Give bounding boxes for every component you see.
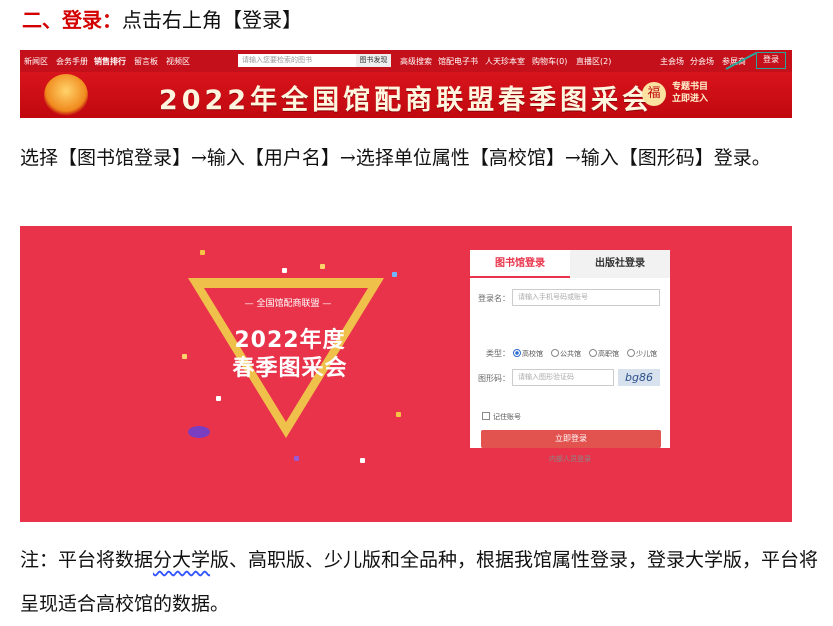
login-submit-button[interactable]: 立即登录 [481,430,661,448]
type-university-label: 高校馆 [522,350,543,358]
confetti-icon [182,354,187,359]
confetti-icon [282,268,287,273]
login-page-screenshot: — 全国馆配商联盟 — 2022年度 春季图采会 图书馆登录 出版社登录 登录名… [20,226,792,522]
nav-main-venue[interactable]: 主会场 [660,56,684,67]
type-vocational-label: 高职馆 [598,350,619,358]
heading-number: 二、 [22,8,62,32]
ribbon-icon [188,426,210,438]
nav-cart[interactable]: 购物车(0) [532,56,567,67]
nav-board[interactable]: 留言板 [134,56,158,67]
nav-sub-venue[interactable]: 分会场 [690,56,714,67]
captcha-image[interactable]: bg86 [618,369,660,386]
type-radio-children[interactable]: 少儿馆 [627,349,657,359]
book-search-button[interactable]: 图书发现 [356,54,391,67]
step-instructions: 选择【图书馆登录】→输入【用户名】→选择单位属性【高校馆】→输入【图形码】登录。 [20,147,771,169]
note-part-b: 分大学 [153,549,211,571]
confetti-icon [320,264,325,269]
heading-title: 登录： [62,8,122,32]
banner-side-line2: 立即进入 [672,94,709,104]
username-input[interactable]: 请输入手机号码或账号 [512,289,660,306]
nav-advanced[interactable]: 高级搜索 [400,56,432,67]
fortune-icon: 福 [642,82,666,106]
banner-side-line1: 专题书目 [672,82,709,92]
radio-icon [627,349,635,357]
brand-event: 春季图采会 [232,356,348,381]
login-card: 图书馆登录 出版社登录 登录名： 请输入手机号码或账号 类型： 高校馆 公共馆 … [470,250,670,463]
nav-news[interactable]: 新闻区 [24,56,48,67]
type-label: 类型： [486,349,510,358]
tab-library-login[interactable]: 图书馆登录 [470,250,570,278]
note-part-a: 注：平台将数据 [20,549,154,571]
username-label: 登录名： [478,294,510,303]
radio-icon [551,349,559,357]
nav-live[interactable]: 直播区(2) [576,56,611,67]
tab-publisher-login[interactable]: 出版社登录 [570,250,670,278]
confetti-icon [294,456,299,461]
nav-manual[interactable]: 会务手册 [56,56,88,67]
radio-icon [589,349,597,357]
type-radio-vocational[interactable]: 高职馆 [589,349,619,359]
confetti-icon [200,250,205,255]
top-nav-bar: 新闻区 会务手册 销售排行 留言板 视频区 请输入您要检索的图书 图书发现 高级… [20,50,792,72]
book-search-input[interactable]: 请输入您要检索的图书 [238,54,356,67]
radio-selected-icon [513,349,521,357]
confetti-icon [216,396,221,401]
heading-rest: 点击右上角【登录】 [122,8,302,32]
captcha-input[interactable]: 请输入图形验证码 [512,369,614,386]
type-radio-public[interactable]: 公共馆 [551,349,581,359]
banner[interactable]: 2022年全国馆配商联盟春季图采会 福 专题书目 立即进入 [20,72,792,118]
nav-ranking[interactable]: 销售排行 [94,56,126,67]
captcha-label: 图形码： [478,374,510,383]
confetti-icon [396,412,401,417]
banner-side-text[interactable]: 专题书目 立即进入 [672,81,708,105]
nav-ebook[interactable]: 馆配电子书 [438,56,478,67]
nav-video[interactable]: 视频区 [166,56,190,67]
confetti-icon [360,458,365,463]
remember-label: 记住账号 [493,413,521,421]
type-radio-university[interactable]: 高校馆 [513,349,543,359]
internal-login-link[interactable]: 内部人员登录 [470,454,670,464]
section-heading: 二、登录：点击右上角【登录】 [22,6,302,34]
remember-checkbox[interactable]: 记住账号 [482,412,521,422]
confetti-icon [392,272,397,277]
checkbox-icon [482,412,490,420]
brand-subtitle: — 全国馆配商联盟 — [244,299,332,309]
note-paragraph: 注：平台将数据分大学版、高职版、少儿版和全品种，根据我馆属性登录，登录大学版，平… [20,538,820,626]
nav-rare[interactable]: 人天珍本室 [485,56,525,67]
login-link[interactable]: 登录 [756,52,786,69]
type-children-label: 少儿馆 [636,350,657,358]
site-header-screenshot: 新闻区 会务手册 销售排行 留言板 视频区 请输入您要检索的图书 图书发现 高级… [20,50,792,118]
type-public-label: 公共馆 [560,350,581,358]
